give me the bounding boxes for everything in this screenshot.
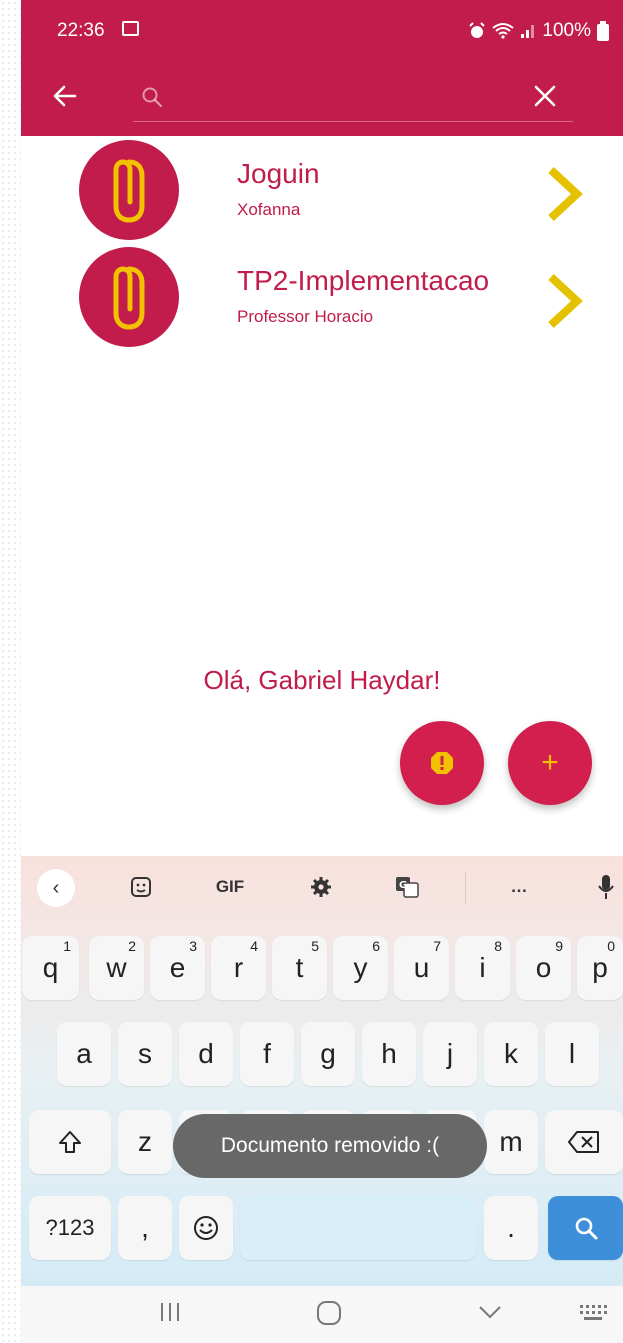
comma-key[interactable]: , — [118, 1196, 172, 1260]
key-e[interactable]: e3 — [150, 936, 205, 1000]
search-icon — [575, 1217, 597, 1240]
chevron-right-icon[interactable] — [545, 166, 583, 222]
document-list-item[interactable]: Joguin Xofanna — [21, 140, 623, 244]
key-i[interactable]: i8 — [455, 936, 510, 1000]
key-h[interactable]: h — [362, 1022, 416, 1086]
search-input[interactable] — [133, 72, 573, 122]
translate-icon[interactable]: G — [387, 872, 427, 902]
search-submit-key[interactable] — [548, 1196, 623, 1260]
keyboard-collapse-button[interactable]: ‹ — [37, 869, 75, 907]
close-icon[interactable] — [533, 84, 557, 108]
paperclip-icon — [113, 159, 145, 223]
toolbar-divider — [465, 872, 466, 904]
emoji-key[interactable] — [179, 1196, 233, 1260]
key-r[interactable]: r4 — [211, 936, 266, 1000]
status-time: 22:36 — [57, 20, 105, 41]
key-o[interactable]: o9 — [516, 936, 571, 1000]
shift-icon — [59, 1131, 81, 1153]
document-list-item[interactable]: TP2-Implementacao Professor Horacio — [21, 247, 623, 351]
backspace-icon — [568, 1131, 599, 1153]
document-owner: Xofanna — [237, 200, 301, 219]
key-d[interactable]: d — [179, 1022, 233, 1086]
key-p[interactable]: p0 — [577, 936, 623, 1000]
key-k[interactable]: k — [484, 1022, 538, 1086]
key-a[interactable]: a — [57, 1022, 111, 1086]
period-key[interactable]: . — [484, 1196, 538, 1260]
report-button[interactable] — [400, 721, 484, 805]
key-z[interactable]: z — [118, 1110, 172, 1174]
greeting-text: Olá, Gabriel Haydar! — [203, 665, 441, 695]
app-screen: 22:36 100% Joguin Xofanna TP2-Implementa… — [21, 0, 623, 1343]
backspace-key[interactable] — [545, 1110, 623, 1174]
document-avatar — [79, 140, 179, 240]
shift-key[interactable] — [29, 1110, 111, 1174]
key-g[interactable]: g — [301, 1022, 355, 1086]
plus-icon: + — [541, 746, 559, 779]
toast-message: Documento removido :( — [173, 1114, 487, 1178]
report-icon — [431, 752, 453, 774]
status-indicators: 100% — [468, 20, 609, 42]
more-options-button[interactable]: … — [499, 872, 539, 902]
key-f[interactable]: f — [240, 1022, 294, 1086]
hide-keyboard-icon[interactable] — [477, 1300, 503, 1324]
document-owner: Professor Horacio — [237, 307, 374, 326]
alarm-icon — [469, 22, 486, 38]
key-w[interactable]: w2 — [89, 936, 144, 1000]
paperclip-icon — [113, 266, 145, 330]
system-nav-bar — [21, 1286, 623, 1343]
signal-icon — [521, 25, 535, 38]
search-app-bar — [21, 62, 623, 136]
wifi-icon — [492, 23, 515, 39]
symbols-key[interactable]: ?123 — [29, 1196, 111, 1260]
keyboard-switch-icon[interactable] — [578, 1300, 608, 1324]
chevron-right-icon[interactable] — [545, 273, 583, 329]
space-key[interactable] — [240, 1196, 476, 1260]
sticker-icon[interactable] — [121, 872, 161, 902]
key-q[interactable]: q1 — [22, 936, 79, 1000]
keyboard-toolbar: ‹ GIF G … — [21, 856, 623, 916]
gallery-icon — [122, 21, 139, 36]
document-avatar — [79, 247, 179, 347]
key-j[interactable]: j — [423, 1022, 477, 1086]
status-bar: 22:36 100% — [21, 0, 623, 62]
battery-icon — [597, 21, 609, 41]
key-m[interactable]: m — [484, 1110, 538, 1174]
gif-button[interactable]: GIF — [205, 872, 255, 902]
key-t[interactable]: t5 — [272, 936, 327, 1000]
battery-percent: 100% — [542, 20, 591, 41]
document-title: Joguin — [237, 158, 320, 189]
recents-icon[interactable] — [159, 1300, 181, 1324]
key-u[interactable]: u7 — [394, 936, 449, 1000]
svg-text:G: G — [399, 880, 407, 891]
mic-icon[interactable] — [591, 872, 621, 902]
key-l[interactable]: l — [545, 1022, 599, 1086]
on-screen-keyboard: ‹ GIF G … q1 w2 e3 r4 t5 y6 u7 i8 o9 p0 — [21, 856, 623, 1286]
settings-gear-icon[interactable] — [301, 872, 341, 902]
add-document-button[interactable]: + — [508, 721, 592, 805]
key-s[interactable]: s — [118, 1022, 172, 1086]
emoji-icon — [194, 1216, 218, 1240]
home-icon[interactable] — [316, 1300, 342, 1326]
key-y[interactable]: y6 — [333, 936, 388, 1000]
document-title: TP2-Implementacao — [237, 265, 490, 296]
search-icon — [142, 87, 163, 108]
back-arrow-icon[interactable] — [51, 82, 79, 110]
